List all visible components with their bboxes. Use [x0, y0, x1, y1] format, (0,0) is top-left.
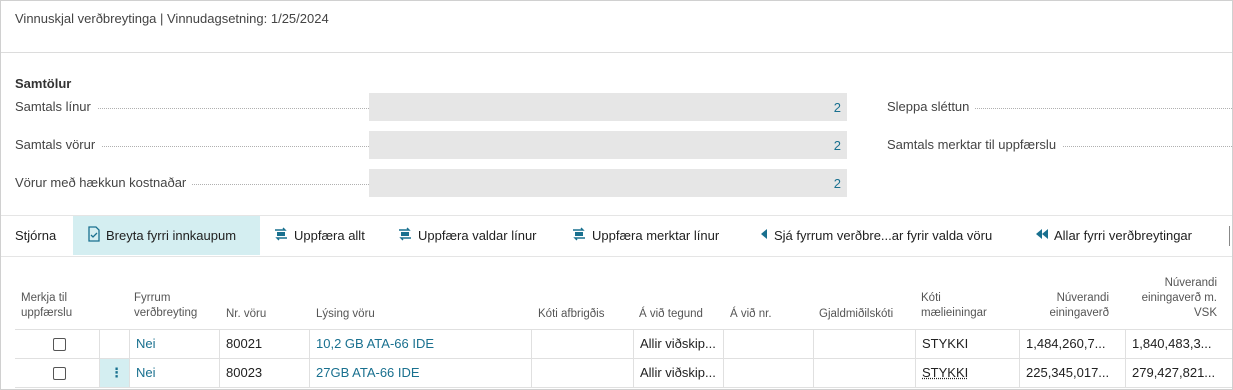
double-triangle-left-icon: [1035, 228, 1054, 243]
col-header-variant[interactable]: Kóti afbrigðis: [538, 307, 604, 322]
update-icon: [273, 227, 294, 244]
view-previous-price-changes-button[interactable]: Sjá fyrrum verðbre...ar fyrir valda vöru: [759, 216, 992, 255]
currency-cell[interactable]: [813, 359, 915, 387]
applies-no-cell[interactable]: [723, 330, 813, 358]
col-header-applies-type[interactable]: Á við tegund: [639, 307, 703, 322]
triangle-left-icon: [759, 228, 774, 243]
mark-checkbox[interactable]: [53, 338, 66, 351]
update-marked-lines-label: Uppfæra merktar línur: [592, 228, 720, 243]
update-icon: [397, 227, 418, 244]
col-header-unit-price-vat[interactable]: Núverandi einingaverð m. VSK: [1129, 276, 1217, 321]
manage-button[interactable]: Stjórna: [15, 216, 56, 255]
items-cost-increase-value-box[interactable]: 2: [369, 169, 847, 197]
page-frame: Vinnuskjal verðbreytinga | Vinnudagsetni…: [0, 0, 1233, 390]
update-marked-lines-button[interactable]: Uppfæra merktar línur: [571, 216, 719, 255]
col-header-mark[interactable]: Merkja til uppfærslu: [21, 291, 72, 321]
variant-cell[interactable]: [531, 359, 633, 387]
mark-cell: [15, 330, 99, 358]
field-items-cost-increase: Vörur með hækkun kostnaðar: [15, 169, 369, 197]
items-cost-increase-value[interactable]: 2: [834, 176, 841, 191]
field-label: Samtals merktar til uppfærslu: [887, 137, 1063, 152]
change-previous-purchases-label: Breyta fyrri innkaupum: [106, 228, 237, 243]
total-lines-value-box[interactable]: 2: [369, 93, 847, 121]
update-all-label: Uppfæra allt: [294, 228, 365, 243]
action-bar-divider: [1229, 226, 1230, 246]
update-all-button[interactable]: Uppfæra allt: [273, 216, 365, 255]
description-cell[interactable]: 10,2 GB ATA-66 IDE: [309, 330, 531, 358]
applies-no-cell[interactable]: [723, 359, 813, 387]
more-vertical-icon[interactable]: ⋮: [110, 365, 123, 380]
manage-label: Stjórna: [15, 228, 57, 243]
col-header-uom[interactable]: Kóti mælieiningar: [921, 291, 987, 321]
variant-cell[interactable]: [531, 330, 633, 358]
uom-cell[interactable]: STYKKI: [915, 359, 1019, 387]
page-title: Vinnuskjal verðbreytinga | Vinnudagsetni…: [15, 11, 329, 26]
applies-type-cell[interactable]: Allir viðskip...: [633, 330, 723, 358]
update-icon: [571, 227, 592, 244]
total-items-value-box[interactable]: 2: [369, 131, 847, 159]
action-bar: Stjórna Breyta fyrri innkaupum Uppfæra a…: [1, 215, 1232, 257]
unit-price-cell[interactable]: 1,484,260,7...: [1019, 330, 1125, 358]
field-label: Sleppa sléttun: [887, 99, 976, 114]
field-total-marked: Samtals merktar til uppfærslu: [887, 131, 1232, 159]
field-total-items: Samtals vörur: [15, 131, 369, 159]
mark-cell: [15, 359, 99, 387]
currency-cell[interactable]: [813, 330, 915, 358]
view-previous-price-changes-label: Sjá fyrrum verðbre...ar fyrir valda vöru: [774, 228, 993, 243]
row-actions-cell[interactable]: ⋮: [99, 359, 129, 387]
table-row[interactable]: ⋮ Nei 80023 27GB ATA-66 IDE Allir viðski…: [15, 358, 1232, 388]
col-header-item-no[interactable]: Nr. vöru: [226, 307, 266, 322]
document-edit-icon: [87, 226, 106, 245]
applies-type-cell[interactable]: Allir viðskip...: [633, 359, 723, 387]
unit-price-cell[interactable]: 225,345,017...: [1019, 359, 1125, 387]
field-total-lines: Samtals línur: [15, 93, 369, 121]
unit-price-vat-cell[interactable]: 1,840,483,3...: [1125, 330, 1232, 358]
update-selected-lines-label: Uppfæra valdar línur: [418, 228, 537, 243]
unit-price-vat-cell[interactable]: 279,427,821...: [1125, 359, 1232, 387]
row-actions-cell: [99, 330, 129, 358]
field-skip-rounding: Sleppa sléttun: [887, 93, 1232, 121]
section-heading: Samtölur: [15, 76, 72, 91]
field-label: Vörur með hækkun kostnaðar: [15, 175, 193, 190]
col-header-applies-no[interactable]: Á við nr.: [730, 307, 772, 322]
item-no-cell[interactable]: 80023: [219, 359, 309, 387]
table-row[interactable]: Nei 80021 10,2 GB ATA-66 IDE Allir viðsk…: [15, 329, 1232, 358]
description-cell[interactable]: 27GB ATA-66 IDE: [309, 359, 531, 387]
title-divider: [1, 52, 1232, 53]
col-header-currency[interactable]: Gjaldmiðilskóti: [819, 307, 893, 322]
previous-change-cell[interactable]: Nei: [129, 330, 219, 358]
update-selected-lines-button[interactable]: Uppfæra valdar línur: [397, 216, 537, 255]
item-no-cell[interactable]: 80021: [219, 330, 309, 358]
change-previous-purchases-button[interactable]: Breyta fyrri innkaupum: [73, 216, 260, 255]
col-header-previous-change[interactable]: Fyrrum verðbreyting: [134, 291, 197, 321]
col-header-unit-price[interactable]: Núverandi einingaverð: [1025, 291, 1109, 321]
field-label: Samtals vörur: [15, 137, 102, 152]
col-header-description[interactable]: Lýsing vöru: [316, 307, 375, 322]
uom-cell[interactable]: STYKKI: [915, 330, 1019, 358]
mark-checkbox[interactable]: [53, 367, 66, 380]
total-lines-value[interactable]: 2: [834, 100, 841, 115]
all-previous-price-changes-button[interactable]: Allar fyrri verðbreytingar: [1035, 216, 1192, 255]
all-previous-price-changes-label: Allar fyrri verðbreytingar: [1054, 228, 1192, 243]
field-label: Samtals línur: [15, 99, 97, 114]
previous-change-cell[interactable]: Nei: [129, 359, 219, 387]
total-items-value[interactable]: 2: [834, 138, 841, 153]
